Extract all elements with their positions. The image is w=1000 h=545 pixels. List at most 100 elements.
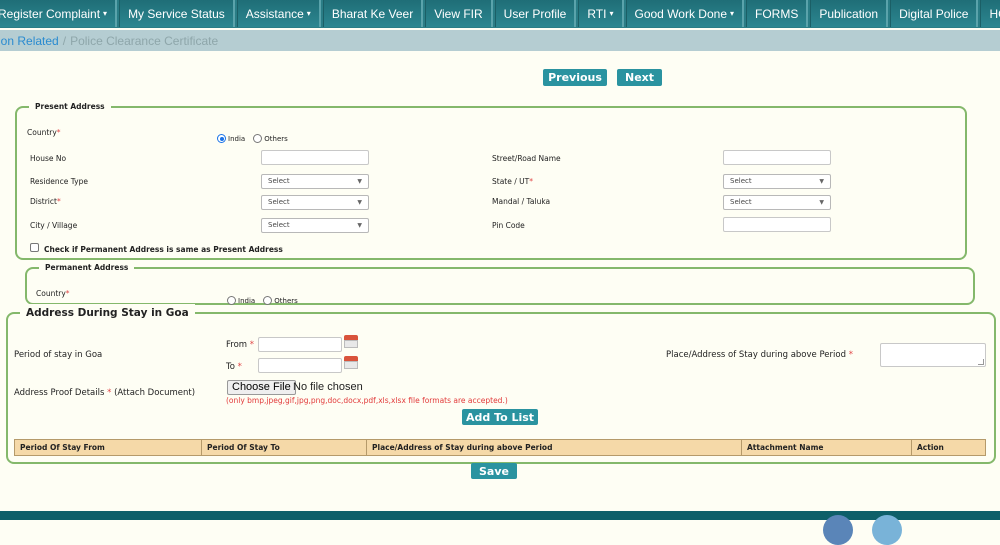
pincode-label: Pin Code — [492, 221, 525, 230]
required-mark: * — [529, 177, 533, 186]
nav-item-publication[interactable]: Publication — [810, 0, 889, 27]
state-label: State / UT* — [492, 177, 533, 186]
nav-item-label: HG & CD — [989, 6, 1000, 21]
district-label-text: District — [30, 197, 57, 206]
mandal-value: Select — [730, 198, 752, 206]
address-proof-suffix: (Attach Document) — [114, 388, 196, 398]
from-label: From * — [226, 340, 254, 350]
nav-item-good-work-done[interactable]: Good Work Done ▾ — [625, 0, 745, 27]
residence-type-select[interactable]: Select ▼ — [261, 174, 369, 189]
house-no-label: House No — [30, 154, 67, 163]
calendar-icon[interactable] — [344, 356, 358, 369]
choose-file-button[interactable]: Choose File — [227, 380, 296, 395]
city-select[interactable]: Select ▼ — [261, 218, 369, 233]
footer-bar — [0, 511, 1000, 520]
save-button[interactable]: Save — [471, 463, 517, 479]
required-mark: * — [848, 350, 853, 360]
mandal-select[interactable]: Select ▼ — [723, 195, 831, 210]
column-header: Period Of Stay To — [202, 440, 367, 455]
nav-item-label: Register Complaint — [0, 6, 101, 21]
place-of-stay-label-text: Place/Address of Stay during above Perio… — [666, 350, 846, 360]
state-value: Select — [730, 177, 752, 185]
nav-item-label: Bharat Ke Veer — [331, 6, 414, 21]
district-select[interactable]: Select ▼ — [261, 195, 369, 210]
place-of-stay-textarea[interactable] — [880, 343, 986, 367]
caret-down-icon: ▾ — [306, 9, 311, 18]
present-country-india-radio[interactable] — [217, 134, 226, 143]
breadcrumb-parent-link[interactable]: ion Related — [0, 34, 59, 48]
nav-item-assistance[interactable]: Assistance ▾ — [236, 0, 321, 27]
nav-item-label: My Service Status — [128, 6, 225, 21]
caret-down-icon: ▾ — [730, 9, 735, 18]
street-input[interactable] — [723, 150, 831, 165]
address-proof-label: Address Proof Details * (Attach Document… — [14, 388, 195, 398]
address-proof-label-text: Address Proof Details — [14, 388, 105, 398]
nav-item-label: User Profile — [503, 6, 567, 21]
district-label: District* — [30, 197, 61, 206]
next-button[interactable]: Next — [617, 69, 662, 86]
present-country-india-label: India — [228, 134, 246, 143]
city-value: Select — [268, 221, 290, 229]
from-date-input[interactable] — [258, 337, 342, 352]
add-to-list-button[interactable]: Add To List — [462, 409, 538, 425]
residence-type-value: Select — [268, 177, 290, 185]
present-address-legend: Present Address — [29, 100, 111, 114]
chevron-down-icon: ▼ — [819, 178, 824, 185]
column-header: Period Of Stay From — [15, 440, 202, 455]
present-country-others-radio[interactable] — [253, 134, 263, 143]
top-navigation: Register Complaint ▾ My Service Status Assi… — [0, 0, 1000, 28]
column-header: Action — [917, 443, 944, 452]
present-country-label-text: Country — [27, 128, 57, 137]
chevron-down-icon: ▼ — [357, 222, 362, 229]
column-header: Place/Address of Stay during above Perio… — [367, 440, 742, 455]
nav-item-label: RTI — [587, 6, 607, 21]
nav-item-user-profile[interactable]: User Profile — [494, 0, 577, 27]
from-label-text: From — [226, 340, 248, 350]
file-format-hint: (only bmp,jpeg,gif,jpg,png,doc,docx,pdf,… — [226, 396, 508, 405]
to-label: To * — [226, 362, 242, 372]
nav-item-bharat-ke-veer[interactable]: Bharat Ke Veer — [322, 0, 424, 27]
nav-item-rti[interactable]: RTI ▾ — [578, 0, 624, 27]
nav-item-view-fir[interactable]: View FIR — [425, 0, 493, 27]
chevron-down-icon: ▼ — [357, 178, 362, 185]
permanent-country-others-radio[interactable] — [263, 296, 273, 305]
nav-item-label: FORMS — [755, 6, 799, 21]
house-no-input[interactable] — [261, 150, 369, 165]
permanent-country-others-label: Others — [274, 296, 298, 305]
district-value: Select — [268, 198, 290, 206]
nav-item-digital-police[interactable]: Digital Police — [890, 0, 979, 27]
previous-button[interactable]: Previous — [543, 69, 607, 86]
permanent-country-india-radio[interactable] — [227, 296, 236, 305]
column-header: Attachment Name — [742, 440, 912, 455]
residence-type-label: Residence Type — [30, 177, 88, 186]
state-select[interactable]: Select ▼ — [723, 174, 831, 189]
city-label: City / Village — [30, 221, 78, 230]
present-country-others-label: Others — [264, 134, 288, 143]
nav-item-register-complaint[interactable]: Register Complaint ▾ — [0, 0, 118, 27]
permanent-address-fieldset: Permanent Address — [25, 261, 975, 305]
nav-item-label: Digital Police — [899, 6, 969, 21]
permanent-country-label: Country* — [36, 289, 70, 298]
chevron-down-icon: ▼ — [819, 199, 824, 206]
caret-down-icon: ▾ — [103, 9, 108, 18]
same-as-present-label: Check if Permanent Address is same as Pr… — [44, 245, 283, 254]
mandal-label: Mandal / Taluka — [492, 197, 551, 206]
chevron-down-icon: ▼ — [357, 199, 362, 206]
period-of-stay-label: Period of stay in Goa — [14, 350, 103, 360]
same-as-present-checkbox[interactable] — [30, 243, 39, 252]
nav-item-my-service-status[interactable]: My Service Status — [119, 0, 235, 27]
required-mark: * — [56, 197, 61, 206]
to-date-input[interactable] — [258, 358, 342, 373]
permanent-address-legend: Permanent Address — [39, 261, 135, 275]
caret-down-icon: ▾ — [609, 9, 614, 18]
goa-stay-legend: Address During Stay in Goa — [20, 304, 195, 322]
nav-item-forms[interactable]: FORMS — [746, 0, 809, 27]
breadcrumb-current: Police Clearance Certificate — [70, 33, 219, 48]
required-mark: * — [56, 128, 61, 137]
calendar-icon[interactable] — [344, 335, 358, 348]
present-country-radio-group: India Others — [217, 128, 291, 147]
nav-item-hg-cd[interactable]: HG & CD▾ — [980, 0, 1000, 27]
state-label-text: State / UT — [492, 177, 530, 186]
required-mark: * — [65, 289, 70, 298]
pincode-input[interactable] — [723, 217, 831, 232]
